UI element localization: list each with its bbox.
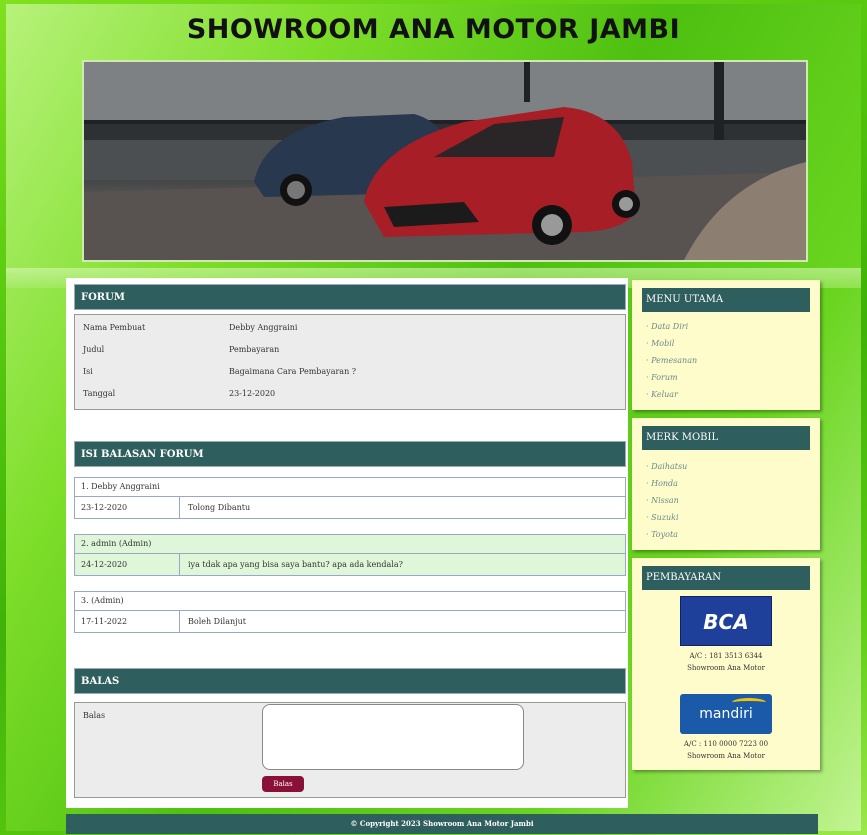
menu-utama-heading: MENU UTAMA [642,288,810,312]
sidebar-item-mobil[interactable]: · Mobil [646,335,697,352]
mandiri-logo-text: mandiri [699,706,753,722]
forum-label-title: Judul [83,345,105,354]
reply-author: 1. Debby Anggraini [75,478,625,497]
mandiri-logo: mandiri [680,694,772,734]
sidebar-item-nissan[interactable]: · Nissan [646,492,687,509]
merk-mobil-heading: MERK MOBIL [642,426,810,450]
forum-value-content: Bagaimana Cara Pembayaran ? [229,367,357,376]
banner-image [82,60,808,262]
forum-value-creator: Debby Anggraini [229,323,298,332]
sidebar-item-forum[interactable]: · Forum [646,369,697,386]
mandiri-wave-icon [732,698,766,707]
sidebar-menu-utama: MENU UTAMA · Data Diri · Mobil · Pemesan… [632,280,820,410]
site-title: SHOWROOM ANA MOTOR JAMBI [186,14,681,45]
reply-item: 3. (Admin) 17-11-2022 Boleh Dilanjut [74,591,626,633]
reply-author: 3. (Admin) [75,592,625,611]
banner-photo [84,62,806,260]
reply-text: iya tdak apa yang bisa saya bantu? apa a… [188,560,403,569]
forum-value-date: 23-12-2020 [229,389,276,398]
sidebar-item-honda[interactable]: · Honda [646,475,687,492]
pembayaran-heading: PEMBAYARAN [642,566,810,590]
sidebar-item-toyota[interactable]: · Toyota [646,526,687,543]
reply-submit-button[interactable]: Balas [262,776,304,792]
sidebar-pembayaran: PEMBAYARAN BCA A/C : 181 3513 6344 Showr… [632,558,820,770]
reply-text: Tolong Dibantu [188,503,251,512]
forum-label-creator: Nama Pembuat [83,323,146,332]
forum-heading: FORUM [74,284,626,310]
reply-date: 17-11-2022 [75,611,180,632]
merk-mobil-list: · Daihatsu · Honda · Nissan · Suzuki · T… [646,458,687,543]
sidebar-item-data-diri[interactable]: · Data Diri [646,318,697,335]
bca-account-name: Showroom Ana Motor [687,664,765,672]
forum-label-content: Isi [83,367,93,376]
reply-textarea[interactable] [262,704,524,770]
bca-account: A/C : 181 3513 6344 [689,652,763,660]
sidebar-item-keluar[interactable]: · Keluar [646,386,697,403]
replies-heading: ISI BALASAN FORUM [74,441,626,467]
forum-details: Nama Pembuat Debby Anggraini Judul Pemba… [74,314,626,410]
bca-logo: BCA [680,596,772,646]
mandiri-account: A/C : 110 0000 7223 00 [683,740,769,748]
reply-form-heading: BALAS [74,668,626,694]
reply-field-label: Balas [83,711,106,720]
menu-utama-list: · Data Diri · Mobil · Pemesanan · Forum … [646,318,697,403]
footer-copyright: © Copyright 2023 Showroom Ana Motor Jamb… [66,814,818,834]
sidebar-item-suzuki[interactable]: · Suzuki [646,509,687,526]
reply-author: 2. admin (Admin) [75,535,625,554]
sidebar-item-daihatsu[interactable]: · Daihatsu [646,458,687,475]
reply-item: 1. Debby Anggraini 23-12-2020 Tolong Diba… [74,477,626,519]
sidebar-merk-mobil: MERK MOBIL · Daihatsu · Honda · Nissan ·… [632,418,820,550]
bca-logo-text: BCA [703,610,749,634]
forum-value-title: Pembayaran [229,345,280,354]
mandiri-account-name: Showroom Ana Motor [687,752,765,760]
main-content: FORUM Nama Pembuat Debby Anggraini Judul… [66,278,628,808]
reply-date: 23-12-2020 [75,497,180,518]
sidebar-item-pemesanan[interactable]: · Pemesanan [646,352,697,369]
reply-date: 24-12-2020 [75,554,180,575]
forum-label-date: Tanggal [83,389,116,398]
reply-item: 2. admin (Admin) 24-12-2020 iya tdak apa … [74,534,626,576]
reply-text: Boleh Dilanjut [188,617,246,626]
